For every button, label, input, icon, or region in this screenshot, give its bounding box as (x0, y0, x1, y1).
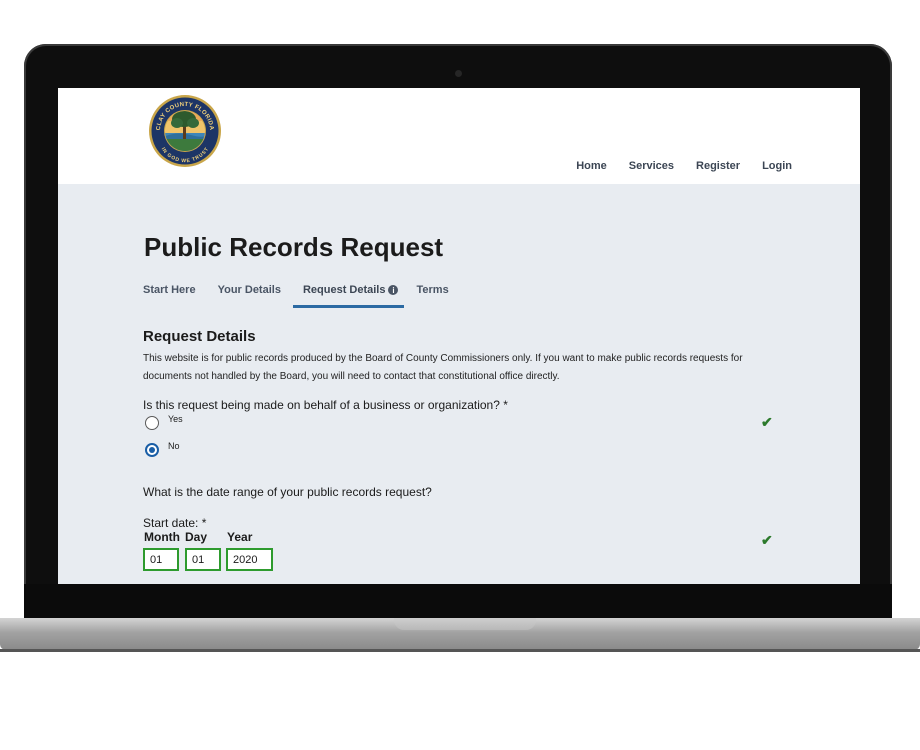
section-title: Request Details (143, 328, 256, 345)
start-day-input[interactable] (185, 548, 221, 571)
browser-screen: CLAY COUNTY FLORIDA IN GOD WE TRUST Home… (58, 88, 860, 584)
year-label: Year (227, 530, 253, 544)
radio-yes[interactable] (145, 416, 159, 430)
day-label: Day (185, 530, 208, 544)
laptop-base-notch (394, 618, 536, 630)
radio-no[interactable] (145, 443, 159, 457)
site-header: CLAY COUNTY FLORIDA IN GOD WE TRUST Home… (58, 88, 860, 184)
nav-home[interactable]: Home (576, 160, 607, 172)
question-business: Is this request being made on behalf of … (143, 398, 508, 412)
radio-yes-label: Yes (168, 414, 183, 424)
radio-no-label: No (168, 441, 180, 451)
nav-register[interactable]: Register (696, 160, 740, 172)
county-seal-logo[interactable]: CLAY COUNTY FLORIDA IN GOD WE TRUST (147, 93, 223, 169)
tab-label: Terms (416, 284, 449, 296)
start-year-input[interactable] (226, 548, 273, 571)
radio-option-yes[interactable]: Yes (145, 414, 183, 430)
valid-check-icon: ✔ (761, 414, 773, 430)
tab-label: Start Here (143, 284, 196, 296)
nav-login[interactable]: Login (762, 160, 792, 172)
month-label: Month (144, 530, 180, 544)
laptop-base-shadow (0, 649, 920, 652)
valid-check-icon: ✔ (761, 532, 773, 548)
step-tabs: Start Here Your Details Request Details … (143, 284, 471, 308)
webcam (455, 70, 462, 77)
info-icon[interactable]: i (388, 285, 399, 295)
tab-your-details[interactable]: Your Details (218, 284, 281, 308)
section-description: This website is for public records produ… (143, 353, 743, 382)
tab-label: Request Details (302, 284, 386, 296)
nav-services[interactable]: Services (629, 160, 674, 172)
tab-label: Your Details (217, 284, 281, 296)
page-title: Public Records Request (144, 232, 444, 262)
tab-start-here[interactable]: Start Here (143, 284, 196, 308)
tab-terms[interactable]: Terms (416, 284, 448, 308)
start-month-input[interactable] (143, 548, 179, 571)
laptop-bezel-bottom (24, 584, 892, 620)
radio-option-no[interactable]: No (145, 441, 180, 457)
question-date-range: What is the date range of your public re… (143, 485, 432, 499)
tab-request-details[interactable]: Request Details i (292, 284, 405, 308)
start-date-label: Start date: * (143, 516, 207, 530)
main-nav: Home Services Register Login (576, 160, 792, 172)
